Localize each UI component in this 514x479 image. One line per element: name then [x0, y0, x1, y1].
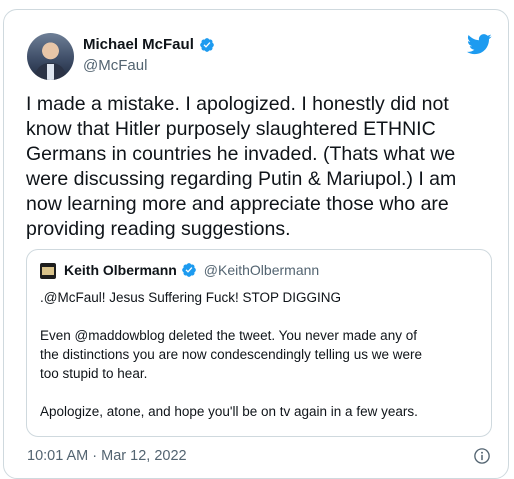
quoted-author-avatar[interactable] — [40, 263, 56, 279]
author-name-row: Michael McFaul — [83, 36, 215, 53]
author-avatar[interactable] — [27, 33, 74, 80]
quoted-author-row: Keith Olbermann @KeithOlbermann — [64, 262, 319, 278]
avatar-shirt — [47, 64, 54, 80]
verified-badge-icon — [181, 263, 196, 277]
quoted-tweet-text: .@McFaul! Jesus Suffering Fuck! STOP DIG… — [40, 290, 422, 419]
verified-badge-icon — [200, 37, 214, 52]
quoted-author-handle[interactable]: @KeithOlbermann — [204, 262, 319, 278]
author-handle[interactable]: @McFaul — [83, 57, 147, 74]
quoted-tweet[interactable]: Keith Olbermann @KeithOlbermann .@McFaul… — [26, 249, 492, 437]
tweet-card: Michael McFaul @McFaul I made a mistake.… — [3, 9, 509, 479]
twitter-bird-icon[interactable] — [467, 34, 492, 55]
info-icon[interactable] — [473, 447, 491, 465]
avatar-logo — [42, 267, 54, 275]
author-display-name[interactable]: Michael McFaul — [83, 36, 194, 53]
quoted-author-display-name[interactable]: Keith Olbermann — [64, 262, 177, 278]
tweet-timestamp[interactable]: 10:01 AM · Mar 12, 2022 — [27, 448, 187, 464]
tweet-text: I made a mistake. I apologized. I honest… — [26, 93, 457, 240]
